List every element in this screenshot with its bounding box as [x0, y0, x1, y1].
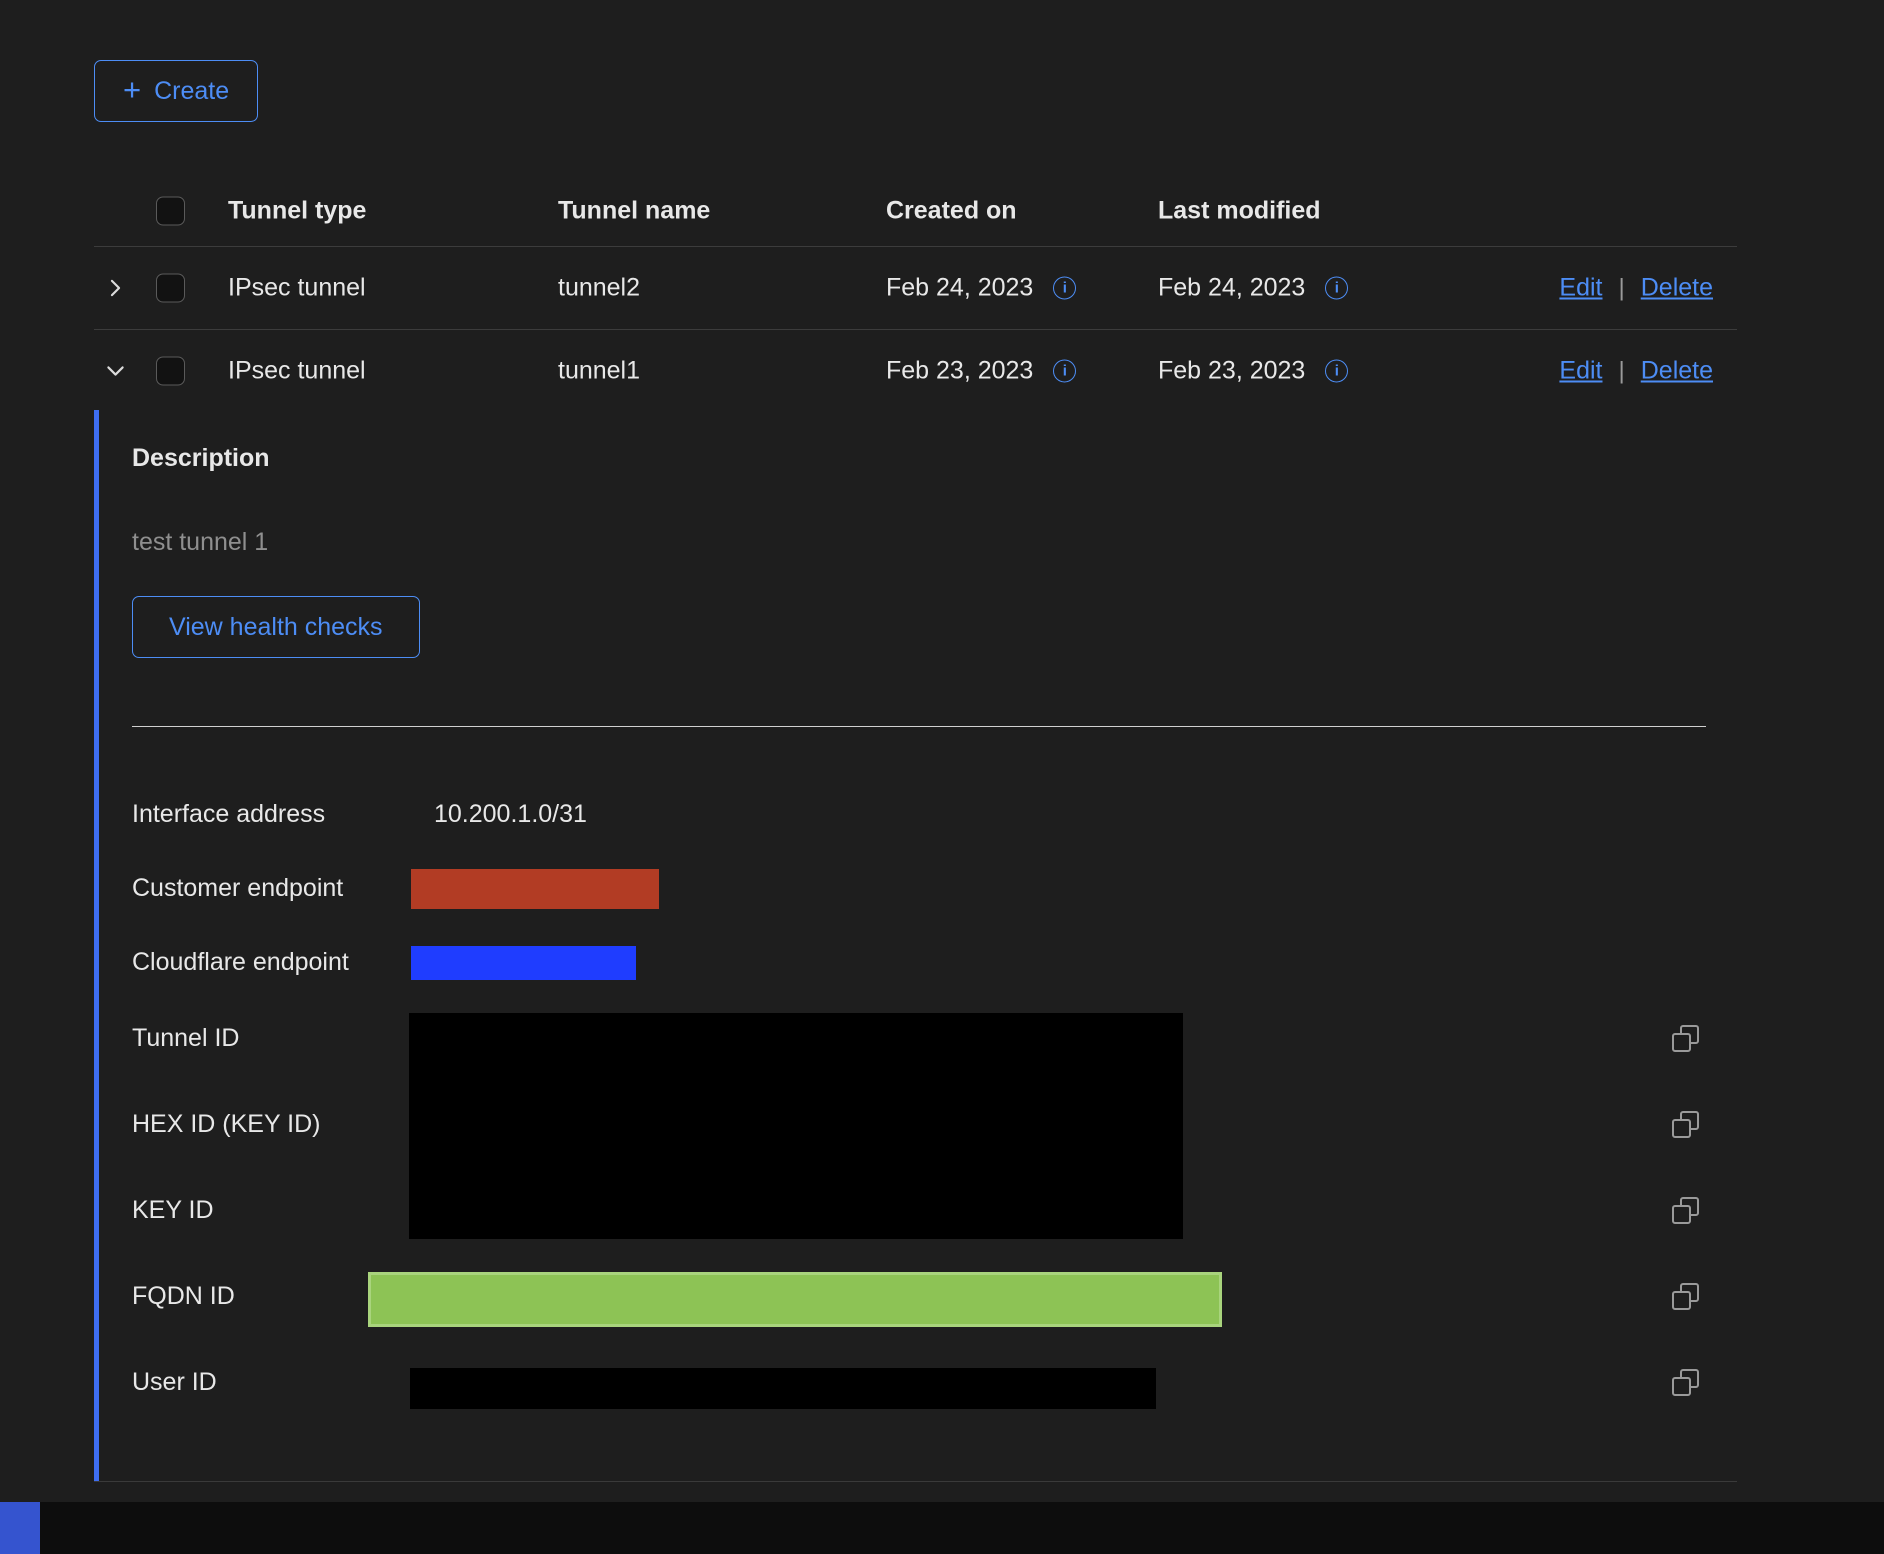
info-icon[interactable]: i [1053, 277, 1076, 300]
key-id-label: KEY ID [132, 1196, 214, 1225]
interface-address-label: Interface address [132, 800, 325, 829]
cloudflare-endpoint-label: Cloudflare endpoint [132, 948, 349, 977]
tunnel-id-label: Tunnel ID [132, 1024, 239, 1053]
copy-icon[interactable] [1672, 1283, 1699, 1310]
select-all-checkbox[interactable] [156, 197, 185, 226]
cell-created-on: Feb 24, 2023 [886, 274, 1033, 303]
delete-link[interactable]: Delete [1641, 357, 1713, 386]
chevron-down-icon[interactable] [106, 362, 125, 381]
create-button-label: Create [154, 77, 229, 106]
ids-redacted-block [409, 1013, 1183, 1239]
info-icon[interactable]: i [1325, 277, 1348, 300]
copy-icon[interactable] [1672, 1111, 1699, 1138]
footer-accent-block [0, 1502, 40, 1554]
interface-address-value: 10.200.1.0/31 [434, 800, 587, 829]
header-tunnel-name: Tunnel name [558, 197, 710, 226]
cell-tunnel-type: IPsec tunnel [228, 274, 366, 303]
view-health-checks-button[interactable]: View health checks [132, 596, 420, 658]
copy-icon[interactable] [1672, 1197, 1699, 1224]
panel-bottom-border [94, 1481, 1737, 1482]
copy-icon[interactable] [1672, 1369, 1699, 1396]
header-tunnel-type: Tunnel type [228, 197, 366, 226]
row-checkbox[interactable] [156, 357, 185, 386]
fqdn-id-redacted-value [368, 1272, 1222, 1327]
cell-last-modified: Feb 24, 2023 [1158, 274, 1305, 303]
table-header-row: Tunnel type Tunnel name Created on Last … [94, 176, 1737, 247]
row-checkbox[interactable] [156, 274, 185, 303]
section-divider [132, 726, 1706, 727]
table-row-tunnel2: IPsec tunnel tunnel2 Feb 24, 2023 i Feb … [94, 247, 1737, 330]
action-separator: | [1619, 357, 1625, 385]
tunnels-table: Tunnel type Tunnel name Created on Last … [94, 176, 1737, 412]
edit-link[interactable]: Edit [1559, 357, 1602, 386]
create-button[interactable]: + Create [94, 60, 258, 122]
footer-band [0, 1502, 1884, 1554]
fqdn-id-label: FQDN ID [132, 1282, 235, 1311]
info-icon[interactable]: i [1325, 360, 1348, 383]
info-icon[interactable]: i [1053, 360, 1076, 383]
plus-icon: + [123, 74, 141, 105]
expanded-row-indicator-bar [94, 410, 99, 1481]
cell-last-modified: Feb 23, 2023 [1158, 357, 1305, 386]
header-created-on: Created on [886, 197, 1017, 226]
header-last-modified: Last modified [1158, 197, 1321, 226]
tunnels-page: + Create Tunnel type Tunnel name Created… [0, 0, 1884, 1554]
action-separator: | [1619, 274, 1625, 302]
delete-link[interactable]: Delete [1641, 274, 1713, 303]
customer-endpoint-redacted-value [411, 869, 659, 909]
user-id-redacted-value [410, 1368, 1156, 1409]
cloudflare-endpoint-redacted-value [411, 946, 636, 980]
hex-id-label: HEX ID (KEY ID) [132, 1110, 320, 1139]
customer-endpoint-label: Customer endpoint [132, 874, 343, 903]
chevron-right-icon[interactable] [106, 279, 125, 298]
copy-icon[interactable] [1672, 1025, 1699, 1052]
description-value: test tunnel 1 [132, 528, 268, 557]
description-label: Description [132, 444, 270, 473]
cell-tunnel-name: tunnel2 [558, 274, 640, 303]
cell-created-on: Feb 23, 2023 [886, 357, 1033, 386]
cell-tunnel-name: tunnel1 [558, 357, 640, 386]
user-id-label: User ID [132, 1368, 217, 1397]
table-row-tunnel1: IPsec tunnel tunnel1 Feb 23, 2023 i Feb … [94, 330, 1737, 412]
cell-tunnel-type: IPsec tunnel [228, 357, 366, 386]
edit-link[interactable]: Edit [1559, 274, 1602, 303]
